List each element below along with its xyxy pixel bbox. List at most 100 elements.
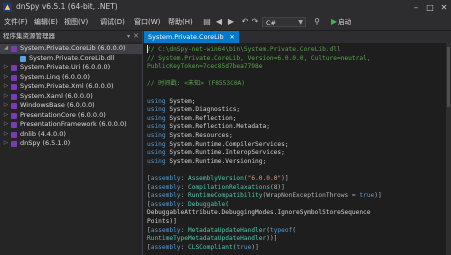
play-icon: ▶ bbox=[331, 17, 338, 26]
menu-window[interactable]: 窗口(W) bbox=[134, 17, 160, 27]
tree-item-label: System.Linq (6.0.0.0) bbox=[20, 72, 90, 81]
start-debug-button[interactable]: ▶启动 bbox=[331, 17, 351, 27]
tree-item-label: System.Private.Uri (6.0.0.0) bbox=[20, 63, 111, 71]
code-token: MetadataUpdateHandler bbox=[188, 226, 267, 234]
expand-closed-icon[interactable]: ▷ bbox=[3, 111, 9, 121]
expand-closed-icon[interactable]: ▷ bbox=[3, 92, 9, 102]
undo-icon[interactable]: ↶ bbox=[240, 17, 250, 27]
language-select[interactable]: C# ▼ bbox=[262, 17, 306, 27]
code-token: using bbox=[147, 106, 170, 114]
code-line: using System.Reflection; bbox=[147, 115, 236, 122]
tree-item-label: PresentationCore (6.0.0.0) bbox=[20, 110, 106, 119]
back-arrow-icon[interactable]: ◀ bbox=[214, 17, 224, 27]
scrollbar-thumb[interactable] bbox=[447, 47, 450, 107]
panel-title: 程序集资源管理器 bbox=[3, 32, 55, 40]
document-tab[interactable]: System.Private.CoreLib ✕ bbox=[144, 31, 239, 43]
open-folder-icon[interactable]: ▤ bbox=[202, 17, 212, 27]
code-editor[interactable]: // C:\dnSpy-net-win64\bin\System.Private… bbox=[143, 43, 451, 255]
code-token: RuntimeTypeMetadataUpdateHandler bbox=[147, 235, 267, 243]
code-line: using System.Diagnostics; bbox=[147, 106, 240, 113]
code-token: assembly bbox=[150, 183, 181, 191]
assembly-icon bbox=[11, 74, 17, 81]
expand-closed-icon[interactable]: ▷ bbox=[3, 120, 9, 130]
menu-view[interactable]: 视图(V) bbox=[64, 17, 88, 27]
assembly-explorer-panel: 程序集资源管理器 ▾ ✕ ◢ System.Private.CoreLib (6.… bbox=[0, 31, 143, 255]
code-token: AssemblyVersion bbox=[188, 175, 244, 182]
code-token: (8)] bbox=[269, 183, 285, 191]
expand-closed-icon[interactable]: ▷ bbox=[3, 130, 9, 140]
menu-help[interactable]: 帮助(H) bbox=[168, 17, 193, 27]
panel-header: 程序集资源管理器 ▾ ✕ bbox=[0, 31, 142, 42]
code-token: Debuggable bbox=[188, 200, 226, 208]
code-token: System.Resources; bbox=[169, 132, 233, 139]
code-token: : bbox=[180, 175, 188, 182]
code-token: // C:\dnSpy-net-win64\bin\System.Private… bbox=[147, 46, 341, 53]
tree-item[interactable]: ▷ System.Private.Xml (6.0.0.0) bbox=[0, 82, 142, 92]
code-token: : bbox=[180, 243, 188, 251]
close-button[interactable]: ✕ bbox=[437, 0, 451, 15]
code-token: using bbox=[147, 157, 170, 165]
language-select-value: C# bbox=[266, 19, 276, 27]
tree-item[interactable]: ▷ WindowsBase (6.0.0.0) bbox=[0, 101, 142, 111]
tree-item-label: PresentationFramework (6.0.0.0) bbox=[20, 120, 127, 128]
code-line: Points)] bbox=[147, 218, 177, 225]
expand-closed-icon[interactable]: ▷ bbox=[3, 101, 9, 111]
tree-item[interactable]: ▷ System.Private.Uri (6.0.0.0) bbox=[0, 63, 142, 73]
expand-closed-icon[interactable]: ▷ bbox=[3, 139, 9, 149]
assembly-icon bbox=[11, 141, 17, 147]
code-token: // System.Private.CoreLib, Version=6.0.0… bbox=[147, 54, 371, 62]
code-line: [assembly: CLSCompliant(true)] bbox=[147, 244, 259, 251]
redo-icon[interactable]: ↷ bbox=[250, 17, 260, 27]
code-line: // System.Private.CoreLib, Version=6.0.0… bbox=[147, 55, 371, 62]
close-icon[interactable]: ✕ bbox=[133, 31, 139, 42]
expand-open-icon[interactable]: ◢ bbox=[3, 44, 9, 54]
forward-arrow-icon[interactable]: ▶ bbox=[226, 17, 236, 27]
tree-item[interactable]: System.Private.CoreLib.dll bbox=[0, 54, 142, 64]
code-line: using System.Runtime.InteropServices; bbox=[147, 149, 285, 156]
code-line: [assembly: MetadataUpdateHandler(typeof( bbox=[147, 227, 296, 234]
code-token: System.Runtime.InteropServices; bbox=[169, 149, 285, 157]
tree-item[interactable]: ◢ System.Private.CoreLib (6.0.0.0) bbox=[0, 44, 142, 54]
chevron-down-icon: ▼ bbox=[298, 19, 303, 26]
dll-file-icon bbox=[20, 55, 26, 62]
code-token: : bbox=[180, 226, 188, 234]
tree-item[interactable]: ▷ PresentationCore (6.0.0.0) bbox=[0, 111, 142, 121]
code-token: Points)] bbox=[147, 218, 177, 225]
assembly-icon bbox=[11, 103, 17, 109]
assembly-icon bbox=[11, 122, 17, 128]
code-token: assembly bbox=[150, 192, 181, 200]
menu-debug[interactable]: 调试(D) bbox=[100, 17, 125, 27]
tree-item-label: dnlib (4.4.0.0) bbox=[20, 129, 66, 138]
code-token: CLSCompliant bbox=[188, 243, 233, 251]
menu-bar: 文件(F) 编辑(E) 视图(V) 调试(D) 窗口(W) 帮助(H) ▤ ◀ … bbox=[0, 15, 451, 30]
expand-closed-icon[interactable]: ▷ bbox=[3, 82, 9, 92]
menu-file[interactable]: 文件(F) bbox=[4, 17, 28, 27]
code-token: System.Reflection; bbox=[169, 114, 237, 122]
tree-item[interactable]: ▷ dnlib (4.4.0.0) bbox=[0, 130, 142, 140]
tree-item-label: System.Private.CoreLib.dll bbox=[29, 53, 115, 62]
menu-edit[interactable]: 编辑(E) bbox=[34, 17, 58, 27]
window-title: dnSpy v6.5.1 (64-bit, .NET) bbox=[16, 2, 118, 11]
code-token: System.Runtime.CompilerServices; bbox=[169, 140, 289, 148]
tree-item[interactable]: ▷ System.Xaml (6.0.0.0) bbox=[0, 92, 142, 102]
code-token: assembly bbox=[150, 243, 181, 251]
expand-closed-icon[interactable]: ▷ bbox=[3, 73, 9, 83]
code-token: using bbox=[147, 123, 170, 131]
tree-item[interactable]: ▷ System.Linq (6.0.0.0) bbox=[0, 73, 142, 83]
code-line: using System.Resources; bbox=[147, 132, 233, 139]
minimize-button[interactable]: – bbox=[409, 0, 423, 15]
code-token: PublicKeyToken=7cec85d7bea7798e bbox=[147, 63, 263, 71]
vertical-scrollbar[interactable] bbox=[446, 43, 451, 255]
search-icon[interactable]: ⚲ bbox=[312, 17, 322, 27]
close-tab-icon[interactable]: ✕ bbox=[230, 34, 235, 41]
pin-icon[interactable]: ▾ bbox=[127, 31, 130, 42]
tree-item[interactable]: ▷ PresentationFramework (6.0.0.0) bbox=[0, 120, 142, 130]
code-token: DebuggableAttribute.DebuggingModes.Ignor… bbox=[147, 209, 371, 217]
tree-item[interactable]: ▷ dnSpy (6.5.1.0) bbox=[0, 139, 142, 149]
code-token: using bbox=[147, 97, 170, 105]
code-token: using bbox=[147, 149, 170, 157]
expand-closed-icon[interactable]: ▷ bbox=[3, 63, 9, 73]
code-token: "6.0.0.0" bbox=[247, 175, 282, 182]
maximize-button[interactable]: □ bbox=[423, 0, 437, 15]
code-line: [assembly: CompilationRelaxations(8)] bbox=[147, 184, 285, 191]
